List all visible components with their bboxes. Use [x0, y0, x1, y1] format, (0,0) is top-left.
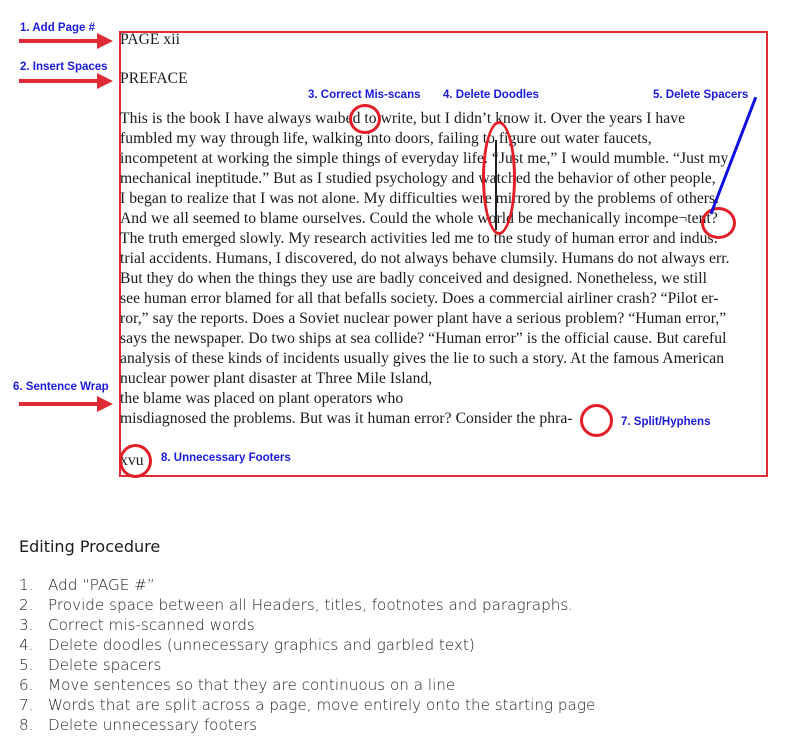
text-line: says the newspaper. Do two ships at sea …	[120, 330, 727, 347]
misscan-circle	[349, 104, 381, 134]
arrow-right-icon	[19, 396, 113, 412]
annotation-add-page-number: 1. Add Page #	[20, 22, 95, 34]
procedure-step: 5. Delete spacers	[19, 656, 162, 674]
text-line: And we all seemed to blame ourselves. Co…	[120, 210, 718, 227]
procedure-step: 6. Move sentences so that they are contin…	[19, 676, 456, 694]
footer-circle	[119, 444, 152, 478]
procedure-list: 1. Add “PAGE #” 2. Provide space between a…	[19, 575, 595, 735]
procedure-step: 4. Delete doodles (unnecessary graphics a…	[19, 636, 475, 654]
text-line: mechanical ineptitude.” But as I studied…	[120, 170, 716, 187]
text-line: see human error blamed for all that befa…	[120, 290, 719, 307]
annotation-sentence-wrap: 6. Sentence Wrap	[13, 381, 109, 393]
procedure-step: 7. Words that are split across a page, mo…	[19, 696, 596, 714]
text-line: But they do when the things they use are…	[120, 270, 708, 287]
text-line: This is the book I have always waıbed to…	[120, 110, 686, 127]
annotation-insert-spaces: 2. Insert Spaces	[20, 61, 108, 73]
text-line: I began to realize that I was not alone.…	[120, 190, 720, 207]
text-line: nuclear power plant disaster at Three Mi…	[120, 370, 433, 387]
text-line: ror,” say the reports. Does a Soviet nuc…	[120, 310, 727, 327]
page-header: PAGE xii	[120, 31, 181, 48]
doodle-ellipse	[482, 121, 516, 235]
text-line: fumbled my way through life, walking int…	[120, 130, 652, 147]
procedure-step: 1. Add “PAGE #”	[19, 576, 155, 594]
document-title: PREFACE	[120, 70, 188, 87]
procedure-step: 8. Delete unnecessary footers	[19, 716, 258, 734]
text-line: the blame was placed on plant operators …	[120, 390, 404, 407]
text-line: incompetent at working the simple things…	[120, 150, 729, 167]
text-line: misdiagnosed the problems. But was it hu…	[120, 410, 573, 427]
procedure-step: 3. Correct mis-scanned words	[19, 616, 255, 634]
procedure-title: Editing Procedure	[19, 537, 161, 556]
arrow-right-icon	[19, 73, 113, 89]
text-line: The truth emerged slowly. My research ac…	[120, 230, 718, 247]
text-line: trial accidents. Humans, I discovered, d…	[120, 250, 730, 267]
arrow-right-icon	[19, 33, 113, 49]
spacer-circle	[701, 207, 736, 239]
hyphen-circle	[580, 404, 613, 437]
procedure-step: 2. Provide space between all Headers, tit…	[19, 596, 574, 614]
text-line: analysis of these kinds of incidents usu…	[120, 350, 725, 367]
